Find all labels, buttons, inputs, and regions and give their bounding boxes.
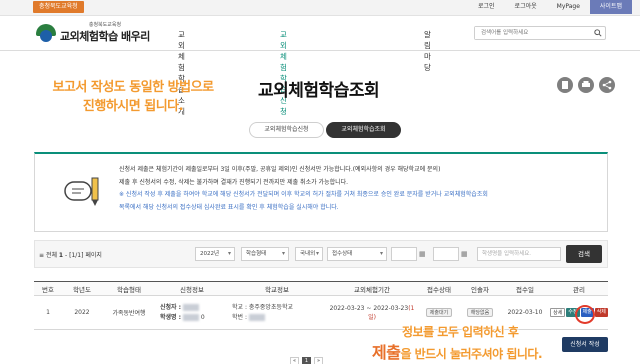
login-link[interactable]: 로그인 (468, 0, 505, 14)
notice-text: 신청서 제출은 체험기간이 제출일로부터 3일 이후(주말, 공휴일 제외)인 … (119, 164, 599, 214)
apply-form-button[interactable]: 신청서 작성 (562, 337, 608, 352)
col-school: 학교정보 (228, 281, 326, 296)
applicant-label: 신청자 : (160, 303, 182, 311)
logout-link[interactable]: 로그아웃 (505, 0, 547, 14)
col-leader: 인솔자 (460, 281, 500, 296)
tab-inquiry[interactable]: 교외체험학습조회 (326, 122, 401, 138)
total-number: 1 (58, 252, 64, 259)
student-suffix: 0 (200, 313, 205, 321)
utility-links: 로그인 로그아웃 MyPage 사이트맵 (468, 0, 632, 14)
nav-item-apply[interactable]: 교외체험학습신청 (280, 29, 287, 117)
guide-overlay-top: 보고서 작성도 동일한 방법으로 진행하시면 됩니다. (18, 78, 248, 116)
cell-school: 학교 : 충주중앙초등학교 학번 : (228, 295, 326, 330)
table-row: 1 2022 가족동반여행 신청자 : 학생명 : 0 학교 : 충주중앙초등학… (34, 295, 608, 330)
leader-badge: 해당없음 (466, 308, 494, 317)
date-from-input[interactable] (391, 247, 417, 261)
sitemap-link[interactable]: 사이트맵 (589, 0, 632, 14)
pagination: « 1 » (290, 357, 323, 364)
calendar-icon[interactable]: ▦ (419, 247, 429, 261)
page-title: 교외체험학습조회 (258, 81, 380, 101)
notice-box: 신청서 제출은 체험기간이 제출일로부터 3일 이후(주말, 공휴일 제외)인 … (34, 152, 608, 232)
redacted-class (248, 313, 265, 321)
table-header: 번호 학년도 학습형태 신청정보 학교정보 교외체험기간 접수상태 인솔자 접수… (34, 281, 608, 296)
page-prev-button[interactable]: « (290, 357, 299, 364)
search-icon[interactable] (594, 29, 602, 37)
page-tabs: 교외체험학습신청 교외체험학습조회 (249, 122, 401, 138)
cell-type: 가족동반여행 (102, 295, 156, 330)
filter-bar: ≡ 전체 1 - [1/1] 페이지 2022년 학습형태 국내외 접수상태 ▦… (34, 240, 608, 268)
cell-no: 1 (34, 295, 62, 330)
student-label: 학생명 : (160, 313, 182, 321)
total-count: ≡ 전체 1 - [1/1] 페이지 (39, 250, 102, 259)
school-name: 학교 : 충주중앙초등학교 (232, 303, 294, 311)
tab-apply[interactable]: 교외체험학습신청 (249, 122, 324, 138)
delete-button[interactable]: 삭제 (594, 308, 608, 317)
status-badge: 제출대기 (425, 308, 453, 317)
col-date: 접수일 (500, 281, 550, 296)
notice-pencil-icon (64, 177, 99, 206)
page-info: - [1/1] 페이지 (65, 252, 102, 259)
cell-applicant: 신청자 : 학생명 : 0 (156, 295, 228, 330)
cell-year: 2022 (62, 295, 102, 330)
logo-title: 교외체험학습 배우리 (60, 30, 150, 43)
mypage-link[interactable]: MyPage (547, 0, 590, 14)
col-applicant: 신청정보 (156, 281, 228, 296)
total-label: 전체 (45, 252, 57, 259)
logo-sub: 충청북도교육청 (88, 22, 122, 28)
print-icon[interactable] (578, 77, 594, 93)
guide-line-2: 진행하시면 됩니다. (82, 99, 184, 114)
guide-line-1: 보고서 작성도 동일한 방법으로 (52, 80, 214, 95)
col-manage: 관리 (550, 281, 608, 296)
guide-line-rest: 을 반드시 눌러주셔야 됩니다. (400, 347, 543, 361)
guide-highlight-word: 제출 (372, 343, 401, 362)
calendar-icon[interactable]: ▦ (461, 247, 471, 261)
guide-overlay-bottom-1: 정보를 모두 입력하신 후 (402, 325, 519, 339)
redacted-name (182, 303, 199, 311)
notice-line-1: 신청서 제출은 체험기간이 제출일로부터 3일 이후(주말, 공휴일 제외)인 … (119, 166, 441, 173)
col-no: 번호 (34, 281, 62, 296)
site-search-input[interactable] (475, 27, 585, 39)
notice-line-4: 목록에서 해당 신청서의 접수상태 심사완료 표시를 확인 후 체험학습을 실시… (119, 203, 339, 211)
list-icon: ≡ (39, 252, 45, 259)
top-bar: 충청북도교육청 로그인 로그아웃 MyPage 사이트맵 (0, 0, 640, 16)
nav-item-notice[interactable]: 알림마당 (424, 29, 431, 73)
search-button[interactable]: 검색 (566, 245, 602, 263)
office-tab[interactable]: 충청북도교육청 (33, 1, 84, 13)
keyword-input[interactable]: 학생명을 입력하세요. (477, 247, 561, 261)
bookmark-icon[interactable] (557, 77, 573, 93)
redacted-student (182, 313, 199, 321)
notice-line-3: ※ 신청서 작성 후 제출을 하여야 학교에 해당 신청서가 전달되며 이후 학… (119, 191, 488, 198)
class-label: 학번 : (232, 313, 247, 321)
application-table: 번호 학년도 학습형태 신청정보 학교정보 교외체험기간 접수상태 인솔자 접수… (34, 281, 608, 330)
year-select[interactable]: 2022년 (195, 247, 235, 261)
page-next-button[interactable]: » (314, 357, 323, 364)
col-status: 접수상태 (418, 281, 460, 296)
col-type: 학습형태 (102, 281, 156, 296)
share-icon[interactable] (599, 77, 615, 93)
page-1-button[interactable]: 1 (302, 357, 311, 364)
col-year: 학년도 (62, 281, 102, 296)
status-select[interactable]: 접수상태 (327, 247, 387, 261)
region-select[interactable]: 국내외 (295, 247, 323, 261)
page-tools (557, 77, 615, 93)
period-range: 2022-03-23 ~ 2022-03-23 (329, 304, 409, 312)
date-to-input[interactable] (433, 247, 459, 261)
notice-line-2: 제출 후 신청서의 수정, 삭제는 불가하며 결재가 진행되기 전까지만 제출 … (119, 178, 349, 186)
site-logo[interactable]: 충청북도교육청 교외체험학습 배우리 (36, 21, 150, 44)
highlight-circle (575, 305, 595, 324)
site-header: 충청북도교육청 교외체험학습 배우리 교외체험학습소개 교외체험학습신청 알림마… (0, 17, 640, 116)
site-search (474, 26, 606, 40)
view-button[interactable]: 상세 (550, 308, 566, 317)
type-select[interactable]: 학습형태 (241, 247, 289, 261)
col-period: 교외체험기간 (326, 281, 418, 296)
logo-icon (36, 22, 56, 44)
guide-overlay-bottom-2: 제출을 반드시 눌러주셔야 됩니다. (372, 339, 543, 363)
